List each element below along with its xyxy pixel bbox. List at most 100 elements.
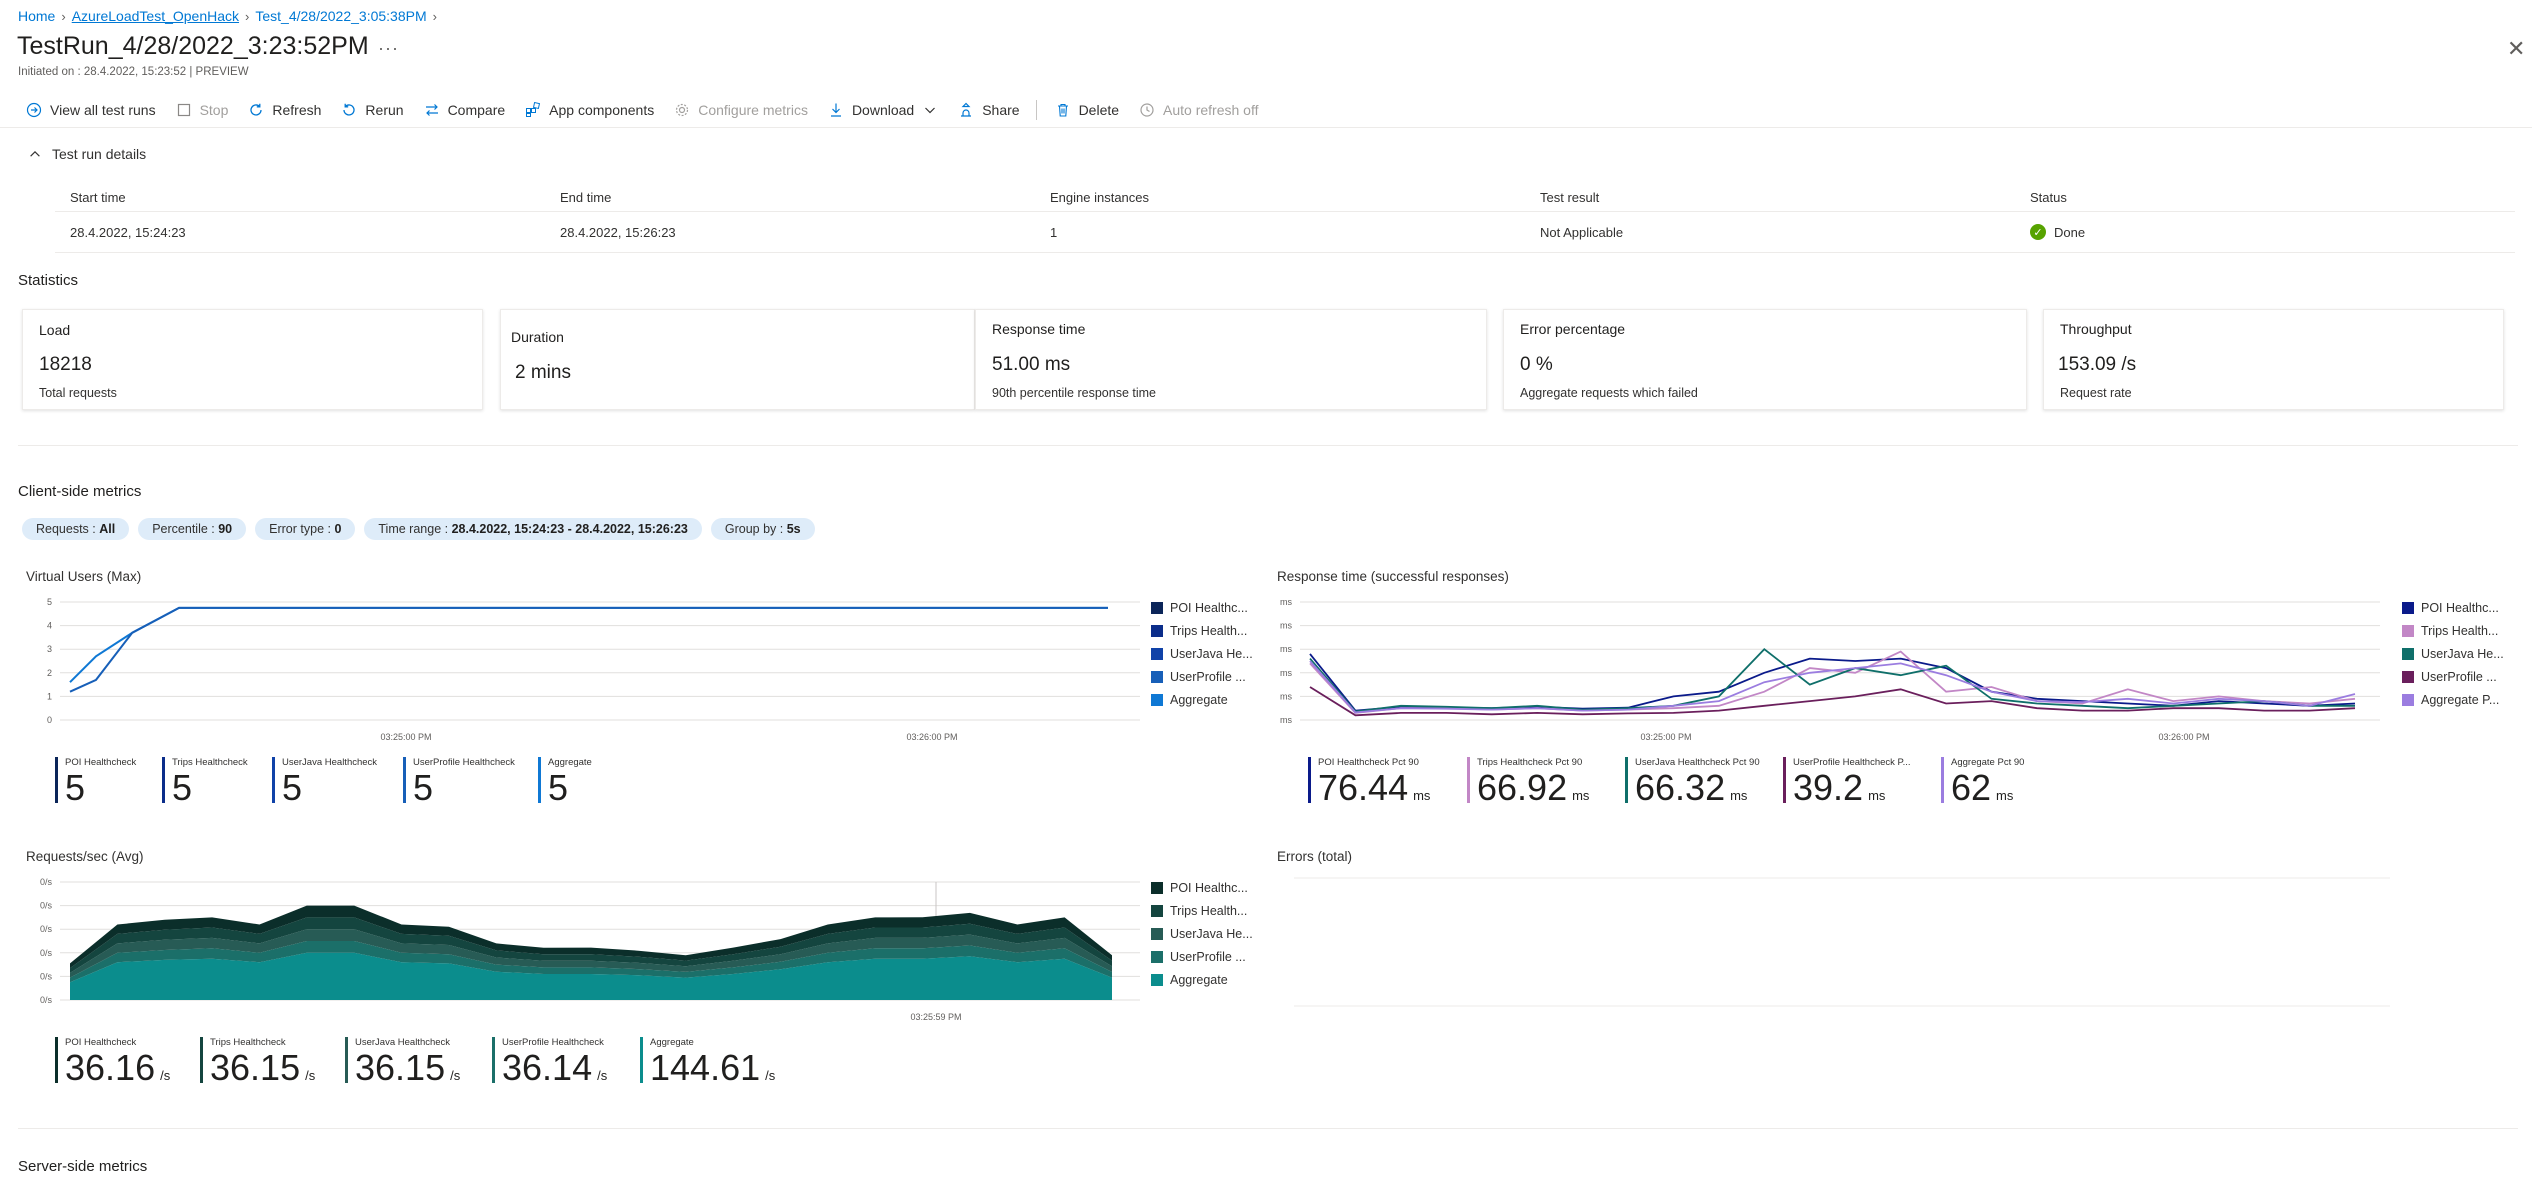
series-line bbox=[1309, 647, 2355, 713]
stop-button[interactable]: Stop bbox=[176, 102, 228, 118]
stat-card-value: 153.09 /s bbox=[2058, 354, 2137, 375]
filter-group-by[interactable]: Group by : 5s bbox=[710, 518, 815, 540]
legend-item[interactable]: Trips Health... bbox=[1151, 899, 1253, 922]
legend-item[interactable]: Aggregate bbox=[1151, 968, 1253, 991]
y-tick-label: 3 bbox=[47, 644, 52, 654]
summary-number: 62 bbox=[1951, 767, 1992, 808]
y-tick-label: 300/s bbox=[40, 924, 52, 934]
checkmark-icon: ✓ bbox=[2030, 224, 2046, 240]
legend-label: UserProfile ... bbox=[2421, 669, 2497, 684]
breadcrumb-home[interactable]: Home bbox=[18, 8, 55, 24]
summary-number: 36.14 bbox=[502, 1047, 593, 1088]
summary-content: UserJava Healthcheck 36.15/s bbox=[355, 1037, 460, 1094]
stat-card-error-percentage: Error percentage 0 % Aggregate requests … bbox=[1503, 309, 2027, 410]
filter-requests[interactable]: Requests : All bbox=[22, 518, 130, 540]
legend-swatch bbox=[1151, 927, 1163, 940]
breadcrumb: Home › AzureLoadTest_OpenHack › Test_4/2… bbox=[18, 8, 437, 24]
summary-color-bar bbox=[403, 757, 406, 803]
legend-item[interactable]: UserJava He... bbox=[1151, 922, 1253, 945]
header-engine-instances: Engine instances bbox=[1050, 190, 1150, 205]
download-button[interactable]: Download bbox=[828, 102, 938, 118]
app-components-button[interactable]: App components bbox=[525, 102, 654, 118]
x-tick-label: 03:26:00 PM bbox=[2158, 732, 2209, 742]
legend-item[interactable]: POI Healthc... bbox=[1151, 876, 1253, 899]
summary-number: 36.15 bbox=[355, 1047, 446, 1088]
page-subtitle: Initiated on : 28.4.2022, 15:23:52 | PRE… bbox=[18, 66, 249, 78]
delete-button[interactable]: Delete bbox=[1055, 102, 1119, 118]
filter-value: All bbox=[99, 522, 116, 536]
section-divider bbox=[18, 1128, 2518, 1129]
summary-color-bar bbox=[1941, 757, 1944, 803]
view-all-test-runs-button[interactable]: View all test runs bbox=[26, 102, 156, 118]
requests-per-sec-chart-title: Requests/sec (Avg) bbox=[26, 849, 144, 864]
stat-card-label: Error percentage bbox=[1520, 321, 1626, 337]
y-tick-label: 100ms bbox=[1280, 668, 1292, 678]
stat-card-sub: Total requests bbox=[39, 386, 117, 400]
virtual-users-summary: POI Healthcheck 5 Trips Healthcheck 5 UserJa… bbox=[55, 757, 1155, 807]
summary-tile: Aggregate Pct 90 62 ms bbox=[1941, 757, 2024, 814]
legend-label: UserJava He... bbox=[1170, 646, 1253, 661]
filter-key: Requests : bbox=[36, 522, 100, 536]
stat-card-load: Load 18218 Total requests bbox=[22, 309, 483, 410]
chevron-right-icon: › bbox=[432, 8, 437, 24]
summary-content: Aggregate 144.61/s bbox=[650, 1037, 775, 1094]
legend-item[interactable]: Aggregate P... bbox=[2402, 688, 2504, 711]
legend-item[interactable]: Aggregate bbox=[1151, 688, 1253, 711]
summary-tile: UserJava Healthcheck Pct 90 66.32 ms bbox=[1625, 757, 1760, 814]
legend-item[interactable]: Trips Health... bbox=[2402, 619, 2504, 642]
legend-label: Trips Health... bbox=[1170, 623, 1248, 638]
summary-content: UserJava Healthcheck 5 bbox=[282, 757, 377, 806]
configure-metrics-button[interactable]: Configure metrics bbox=[674, 102, 808, 118]
filter-value: 0 bbox=[334, 522, 342, 536]
chevron-right-icon: › bbox=[61, 8, 66, 24]
legend-item[interactable]: POI Healthc... bbox=[1151, 596, 1253, 619]
auto-refresh-button[interactable]: Auto refresh off bbox=[1139, 102, 1259, 118]
legend-swatch bbox=[2402, 693, 2414, 706]
legend-item[interactable]: POI Healthc... bbox=[2402, 596, 2504, 619]
clock-icon bbox=[1140, 103, 1154, 117]
share-button[interactable]: Share bbox=[958, 102, 1020, 118]
legend-swatch bbox=[2402, 670, 2414, 683]
breadcrumb-test[interactable]: Test_4/28/2022_3:05:38PM bbox=[255, 8, 426, 24]
compare-label: Compare bbox=[447, 102, 506, 118]
statistics-heading: Statistics bbox=[18, 272, 79, 289]
more-options-button[interactable]: ··· bbox=[378, 38, 399, 59]
legend-swatch bbox=[2402, 601, 2414, 614]
y-tick-label: 100/s bbox=[40, 971, 52, 981]
filter-key: Percentile : bbox=[152, 522, 219, 536]
details-data-row: 28.4.2022, 15:24:23 28.4.2022, 15:26:23 … bbox=[55, 212, 2515, 253]
stat-card-label: Duration bbox=[511, 329, 564, 345]
summary-tile: UserProfile Healthcheck 5 bbox=[403, 757, 515, 806]
close-icon[interactable]: ✕ bbox=[2507, 38, 2525, 60]
filter-key: Error type : bbox=[269, 522, 335, 536]
gear-icon bbox=[676, 103, 689, 117]
virtual-users-legend: POI Healthc... Trips Health... UserJava He… bbox=[1151, 596, 1253, 711]
stat-card-response-time: Response time 51.00 ms 90th percentile r… bbox=[975, 309, 1487, 410]
stat-card-value: 2 mins bbox=[515, 362, 571, 383]
stat-card-value: 0 % bbox=[1520, 354, 1553, 375]
test-run-details-toggle[interactable]: Test run details bbox=[28, 146, 146, 162]
filter-percentile[interactable]: Percentile : 90 bbox=[138, 518, 247, 540]
summary-number: 5 bbox=[172, 767, 193, 808]
breadcrumb-project[interactable]: AzureLoadTest_OpenHack bbox=[72, 8, 239, 24]
compare-button[interactable]: Compare bbox=[424, 102, 506, 118]
legend-item[interactable]: UserProfile ... bbox=[1151, 665, 1253, 688]
rerun-button[interactable]: Rerun bbox=[341, 102, 404, 118]
summary-color-bar bbox=[1308, 757, 1311, 803]
legend-label: UserProfile ... bbox=[1170, 949, 1246, 964]
legend-item[interactable]: UserJava He... bbox=[2402, 642, 2504, 665]
legend-item[interactable]: UserJava He... bbox=[1151, 642, 1253, 665]
legend-item[interactable]: UserProfile ... bbox=[2402, 665, 2504, 688]
response-time-legend: POI Healthc... Trips Health... UserJava He… bbox=[2402, 596, 2504, 711]
summary-content: UserJava Healthcheck Pct 90 66.32 ms bbox=[1635, 757, 1760, 814]
refresh-button[interactable]: Refresh bbox=[248, 102, 321, 118]
filter-time-range[interactable]: Time range : 28.4.2022, 15:24:23 - 28.4.… bbox=[364, 518, 702, 540]
legend-item[interactable]: Trips Health... bbox=[1151, 619, 1253, 642]
summary-unit: ms bbox=[1413, 788, 1431, 803]
server-metrics-heading: Server-side metrics bbox=[18, 1158, 148, 1175]
summary-tile: Trips Healthcheck Pct 90 66.92 ms bbox=[1467, 757, 1589, 814]
filter-error-type[interactable]: Error type : 0 bbox=[255, 518, 356, 540]
stat-card-label: Load bbox=[39, 322, 71, 338]
legend-item[interactable]: UserProfile ... bbox=[1151, 945, 1253, 968]
summary-content: POI Healthcheck Pct 90 76.44 ms bbox=[1318, 757, 1430, 814]
